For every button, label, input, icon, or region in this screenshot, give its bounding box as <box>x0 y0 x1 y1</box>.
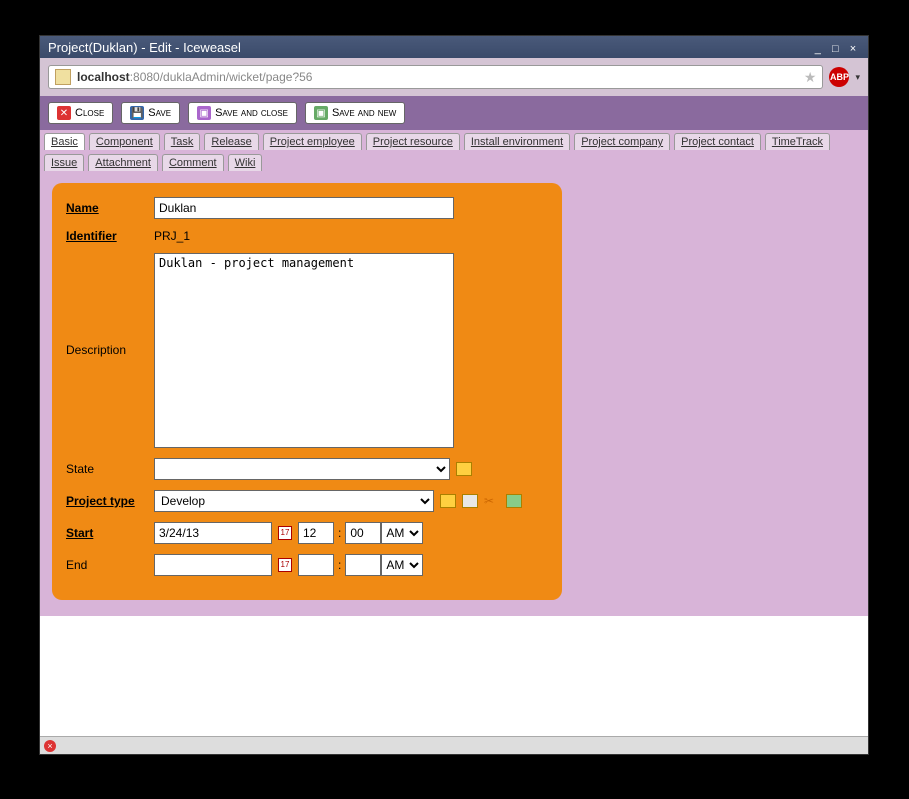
row-start: Start 17 : AM <box>66 522 548 544</box>
tab-project-employee[interactable]: Project employee <box>263 133 362 150</box>
start-date-input[interactable] <box>154 522 272 544</box>
adblock-icon[interactable]: ABP <box>829 67 849 87</box>
start-minute-input[interactable] <box>345 522 381 544</box>
window-title: Project(Duklan) - Edit - Iceweasel <box>48 40 241 55</box>
start-calendar-icon[interactable]: 17 <box>278 526 292 540</box>
lower-blank-area <box>40 616 868 716</box>
end-minute-input[interactable] <box>345 554 381 576</box>
favicon-icon <box>55 69 71 85</box>
end-ampm-select[interactable]: AM <box>381 554 423 576</box>
close-icon: ✕ <box>57 106 71 120</box>
tabbar: Basic Component Task Release Project emp… <box>40 130 868 171</box>
bookmark-star-icon[interactable]: ★ <box>804 69 817 86</box>
save-and-new-button[interactable]: ▣ Save and new <box>305 102 405 124</box>
close-button[interactable]: ✕ Close <box>48 102 113 124</box>
tab-project-resource[interactable]: Project resource <box>366 133 460 150</box>
tab-issue[interactable]: Issue <box>44 154 84 171</box>
tab-project-contact[interactable]: Project contact <box>674 133 761 150</box>
save-close-label: Save and close <box>215 107 288 119</box>
row-identifier: Identifier PRJ_1 <box>66 229 548 243</box>
tab-release[interactable]: Release <box>204 133 258 150</box>
address-bar[interactable]: localhost :8080/duklaAdmin/wicket/page?5… <box>48 65 823 89</box>
status-error-icon[interactable]: × <box>44 740 56 752</box>
save-new-label: Save and new <box>332 107 396 119</box>
minimize-button[interactable]: _ <box>811 43 825 55</box>
content-area: Name Identifier PRJ_1 Description State … <box>40 171 868 616</box>
adblock-chevron-icon[interactable]: ▾ <box>855 72 860 83</box>
save-close-icon: ▣ <box>197 106 211 120</box>
statusbar: × <box>40 736 868 754</box>
label-end: End <box>66 558 154 572</box>
label-state: State <box>66 462 154 476</box>
tab-component[interactable]: Component <box>89 133 160 150</box>
tab-wiki[interactable]: Wiki <box>228 154 263 171</box>
name-input[interactable] <box>154 197 454 219</box>
tab-basic[interactable]: Basic <box>44 133 85 150</box>
start-colon: : <box>338 526 341 540</box>
titlebar: Project(Duklan) - Edit - Iceweasel _ □ × <box>40 36 868 58</box>
label-identifier[interactable]: Identifier <box>66 229 154 243</box>
project-type-new-icon[interactable] <box>440 494 456 508</box>
maximize-button[interactable]: □ <box>828 43 842 55</box>
label-name[interactable]: Name <box>66 201 154 215</box>
close-window-button[interactable]: × <box>846 43 860 55</box>
end-date-input[interactable] <box>154 554 272 576</box>
label-start[interactable]: Start <box>66 526 154 540</box>
state-select[interactable] <box>154 458 450 480</box>
address-bar-row: localhost :8080/duklaAdmin/wicket/page?5… <box>40 58 868 96</box>
tab-project-company[interactable]: Project company <box>574 133 670 150</box>
close-label: Close <box>75 107 104 119</box>
app-window: Project(Duklan) - Edit - Iceweasel _ □ ×… <box>39 35 869 755</box>
url-path: :8080/duklaAdmin/wicket/page?56 <box>130 70 313 84</box>
start-ampm-select[interactable]: AM <box>381 522 423 544</box>
row-name: Name <box>66 197 548 219</box>
tab-timetrack[interactable]: TimeTrack <box>765 133 830 150</box>
start-hour-input[interactable] <box>298 522 334 544</box>
save-and-close-button[interactable]: ▣ Save and close <box>188 102 297 124</box>
save-new-icon: ▣ <box>314 106 328 120</box>
identifier-value: PRJ_1 <box>154 229 190 243</box>
row-state: State <box>66 458 548 480</box>
tab-install-environment[interactable]: Install environment <box>464 133 570 150</box>
save-button[interactable]: 💾 Save <box>121 102 180 124</box>
save-icon: 💾 <box>130 106 144 120</box>
tab-attachment[interactable]: Attachment <box>88 154 158 171</box>
end-colon: : <box>338 558 341 572</box>
action-toolbar: ✕ Close 💾 Save ▣ Save and close ▣ Save a… <box>40 96 868 130</box>
end-calendar-icon[interactable]: 17 <box>278 558 292 572</box>
url-host: localhost <box>77 70 130 84</box>
label-project-type[interactable]: Project type <box>66 494 154 508</box>
project-type-doc-icon[interactable] <box>462 494 478 508</box>
project-type-cut-icon[interactable]: ✂ <box>484 494 500 508</box>
state-new-icon[interactable] <box>456 462 472 476</box>
save-label: Save <box>148 107 171 119</box>
end-hour-input[interactable] <box>298 554 334 576</box>
tab-task[interactable]: Task <box>164 133 201 150</box>
row-end: End 17 : AM <box>66 554 548 576</box>
tab-comment[interactable]: Comment <box>162 154 224 171</box>
row-project-type: Project type Develop ✂ <box>66 490 548 512</box>
label-description: Description <box>66 253 154 357</box>
window-controls: _ □ × <box>811 40 860 55</box>
project-type-trash-icon[interactable] <box>506 494 522 508</box>
description-textarea[interactable] <box>154 253 454 448</box>
row-description: Description <box>66 253 548 448</box>
form-panel: Name Identifier PRJ_1 Description State … <box>52 183 562 600</box>
project-type-select[interactable]: Develop <box>154 490 434 512</box>
